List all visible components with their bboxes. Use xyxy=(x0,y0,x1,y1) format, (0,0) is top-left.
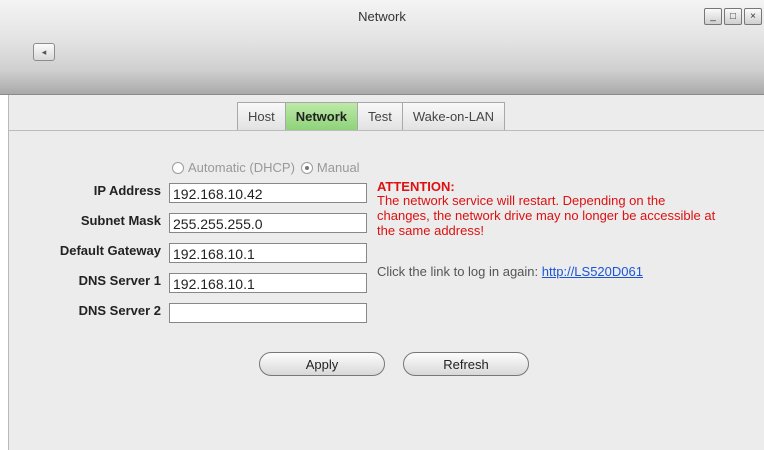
tab-bar: Host Network Test Wake-on-LAN xyxy=(237,102,506,131)
close-button[interactable]: × xyxy=(744,8,762,25)
dns-server-2-label: DNS Server 2 xyxy=(78,303,161,318)
attention-title: ATTENTION: xyxy=(377,179,455,194)
ip-address-label: IP Address xyxy=(93,183,161,198)
dns-server-1-field[interactable]: 192.168.10.1 xyxy=(169,273,367,293)
tab-network[interactable]: Network xyxy=(285,102,359,131)
tab-host[interactable]: Host xyxy=(237,102,286,131)
tab-test[interactable]: Test xyxy=(358,102,403,131)
default-gateway-label: Default Gateway xyxy=(59,243,161,258)
radio-manual-label: Manual xyxy=(316,160,360,175)
mode-selector: Automatic (DHCP) Manual xyxy=(172,160,360,175)
arrow-left-icon: ◂ xyxy=(41,46,47,57)
subnet-mask-field[interactable]: 255.255.255.0 xyxy=(169,213,367,233)
tab-wake-on-lan[interactable]: Wake-on-LAN xyxy=(402,102,506,131)
relogin-text: Click the link to log in again: xyxy=(377,264,539,279)
apply-button[interactable]: Apply xyxy=(259,352,385,376)
dns-server-2-field[interactable] xyxy=(169,303,367,323)
relogin-row: Click the link to log in again: http://L… xyxy=(377,264,643,279)
content-panel: Host Network Test Wake-on-LAN Automatic … xyxy=(8,95,764,450)
radio-automatic-dhcp[interactable] xyxy=(172,161,184,174)
maximize-button[interactable]: □ xyxy=(724,8,742,25)
ip-address-field[interactable]: 192.168.10.42 xyxy=(169,183,367,203)
tab-divider xyxy=(9,130,764,131)
relogin-link[interactable]: http://LS520D061 xyxy=(542,264,643,279)
refresh-button[interactable]: Refresh xyxy=(403,352,529,376)
back-button[interactable]: ◂ xyxy=(33,43,55,61)
radio-manual[interactable] xyxy=(300,161,313,174)
window-titlebar: Network ◂ _ □ × xyxy=(0,0,764,95)
window-title: Network xyxy=(358,9,406,24)
dns-server-1-label: DNS Server 1 xyxy=(78,273,161,288)
subnet-mask-label: Subnet Mask xyxy=(80,213,161,228)
radio-automatic-dhcp-label: Automatic (DHCP) xyxy=(188,160,295,175)
window-controls: _ □ × xyxy=(704,8,762,25)
attention-message: The network service will restart. Depend… xyxy=(377,193,716,238)
default-gateway-field[interactable]: 192.168.10.1 xyxy=(169,243,367,263)
minimize-button[interactable]: _ xyxy=(704,8,722,25)
